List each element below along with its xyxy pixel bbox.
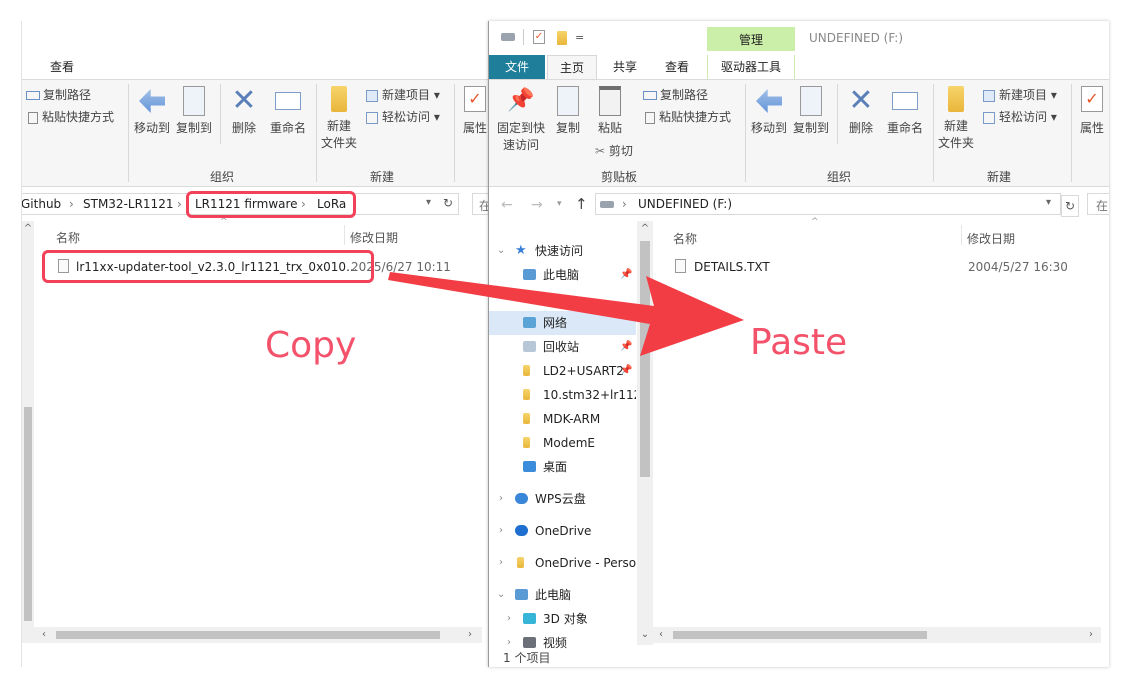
copy-paste-arrow xyxy=(388,272,744,356)
arrow-shape xyxy=(388,272,744,356)
copy-annotation: Copy xyxy=(265,325,357,366)
paste-annotation: Paste xyxy=(750,322,848,363)
